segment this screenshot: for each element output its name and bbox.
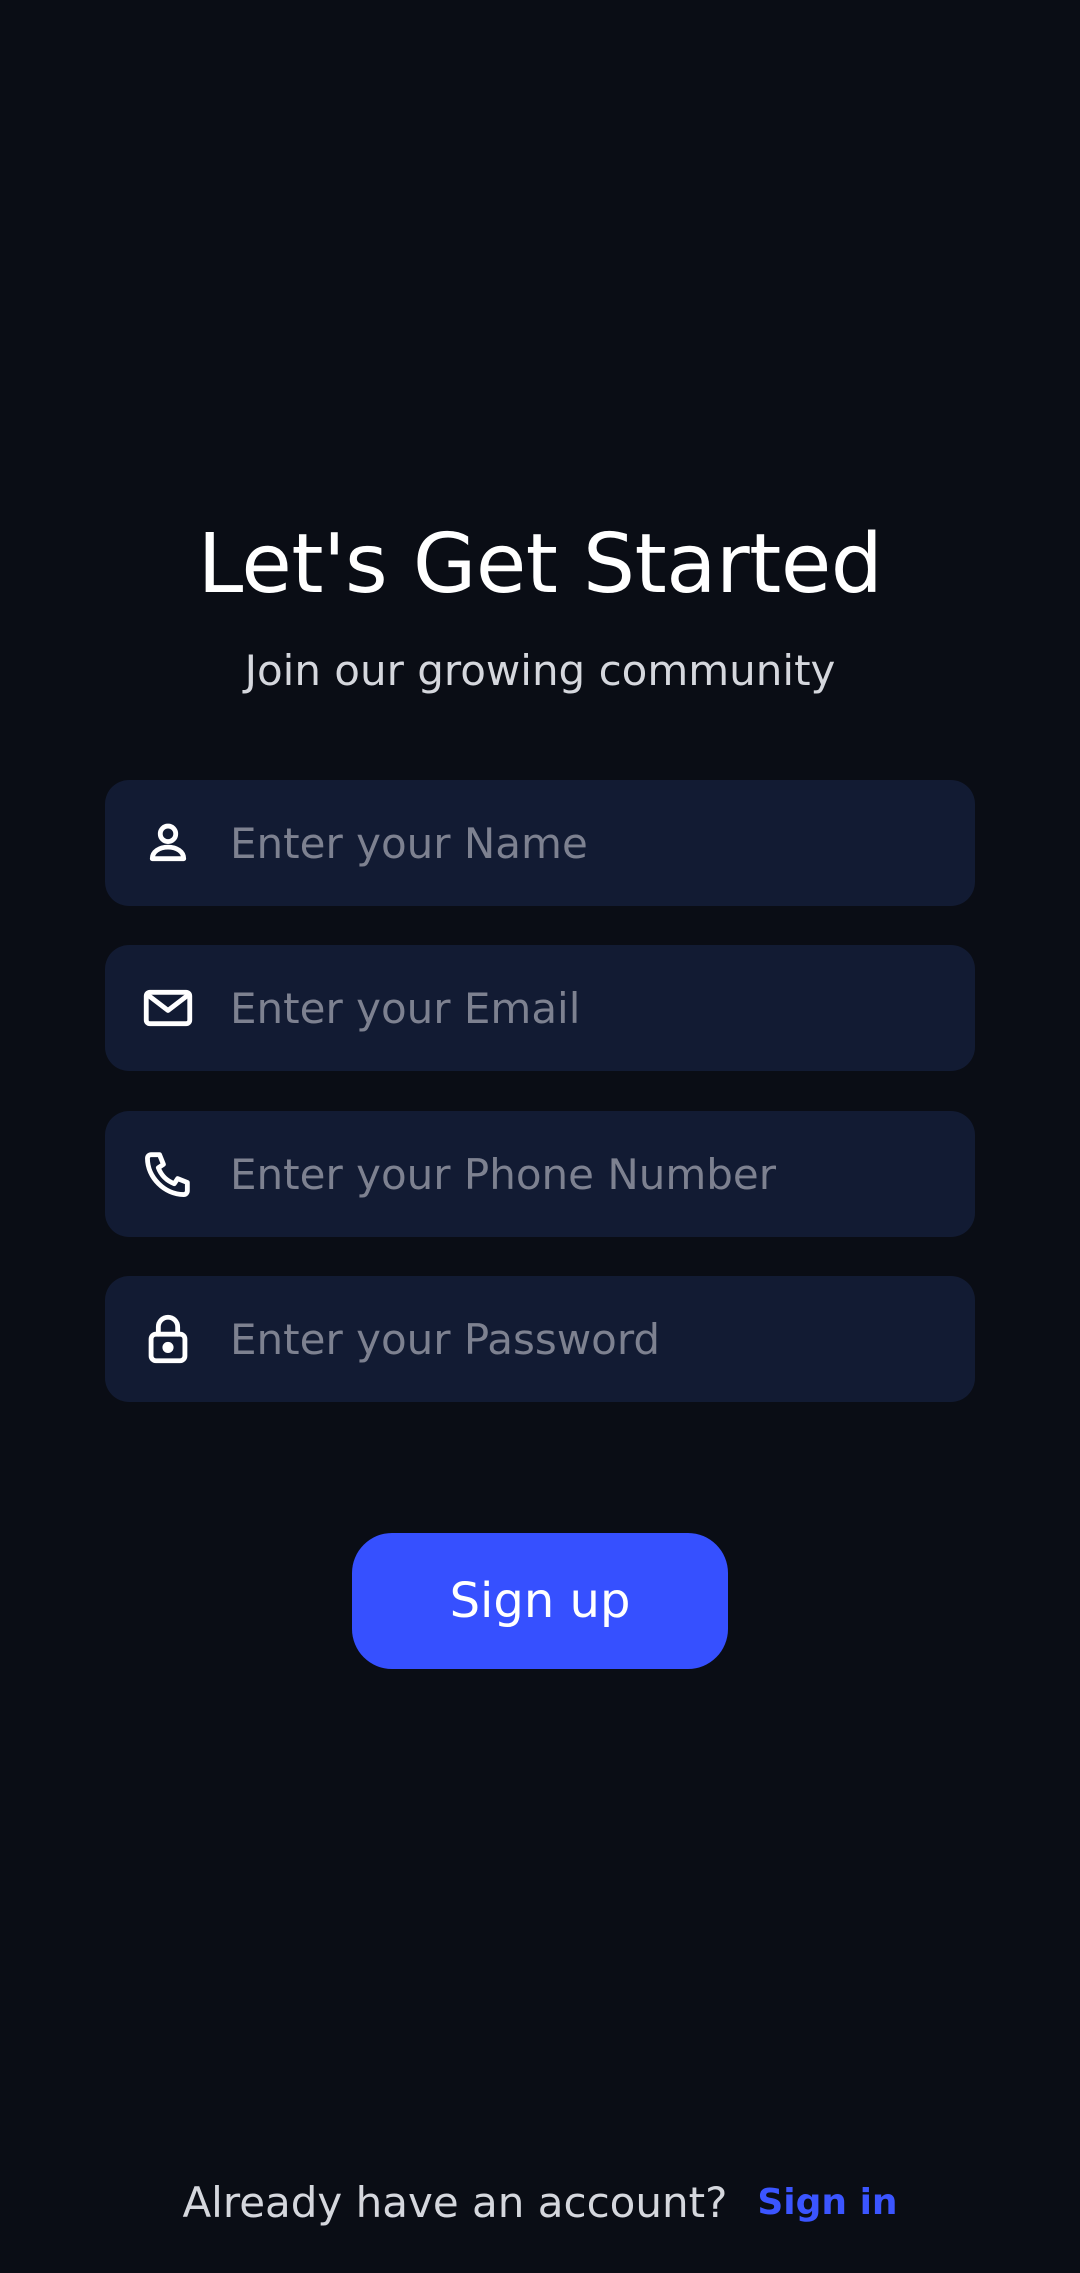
page-subtitle: Join our growing community [244, 646, 836, 695]
password-input[interactable] [230, 1299, 945, 1379]
phone-field[interactable] [105, 1111, 975, 1237]
name-input[interactable] [230, 803, 945, 883]
phone-icon [138, 1144, 198, 1204]
sign-up-button[interactable]: Sign up [352, 1533, 728, 1669]
lock-icon [138, 1309, 198, 1369]
already-have-account-text: Already have an account? [182, 2178, 728, 2227]
phone-input[interactable] [230, 1134, 945, 1214]
sign-in-link[interactable]: Sign in [757, 2182, 897, 2223]
email-field[interactable] [105, 945, 975, 1071]
page-title: Let's Get Started [197, 517, 883, 612]
password-field[interactable] [105, 1276, 975, 1402]
name-field[interactable] [105, 780, 975, 906]
person-icon [138, 813, 198, 873]
email-input[interactable] [230, 968, 945, 1048]
mail-icon [138, 978, 198, 1038]
footer: Already have an account? Sign in [0, 2178, 1080, 2227]
